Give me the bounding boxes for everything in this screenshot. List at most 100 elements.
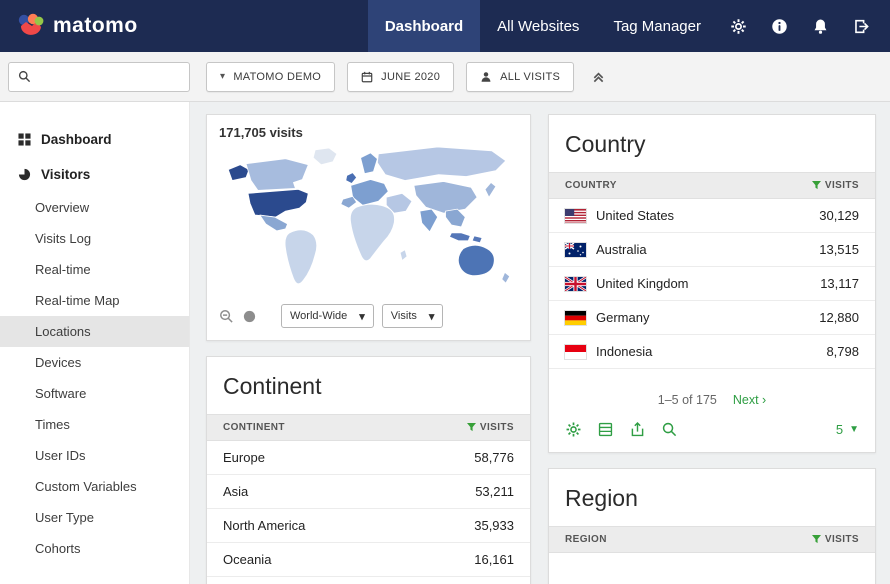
row-label: Australia bbox=[596, 242, 647, 257]
sidebar-dashboard-label: Dashboard bbox=[41, 132, 112, 147]
flag-au-icon bbox=[565, 243, 586, 257]
country-col-header: COUNTRY bbox=[565, 180, 617, 191]
nav-tag-manager[interactable]: Tag Manager bbox=[596, 0, 718, 52]
sidebar-item-times[interactable]: Times bbox=[0, 409, 189, 440]
map-metric-select[interactable]: Visits ▾ bbox=[382, 304, 444, 328]
country-visits-sort[interactable]: VISITS bbox=[812, 180, 859, 191]
region-visits-sort[interactable]: VISITS bbox=[812, 534, 859, 545]
row-value: 53,211 bbox=[475, 484, 514, 499]
row-label: Oceania bbox=[223, 552, 271, 567]
table-row[interactable]: Europe 58,776 bbox=[207, 441, 530, 475]
notifications-bell-icon[interactable] bbox=[800, 0, 841, 52]
row-label: United Kingdom bbox=[596, 276, 689, 291]
report-table-icon[interactable] bbox=[597, 421, 614, 438]
collapse-toolbar-icon[interactable] bbox=[592, 70, 605, 83]
visitor-map-widget: 171,705 visits bbox=[206, 114, 531, 341]
search-icon bbox=[18, 70, 31, 83]
dashboard-grid-icon bbox=[18, 133, 31, 146]
table-row[interactable]: Oceania 16,161 bbox=[207, 543, 530, 577]
period-label: JUNE 2020 bbox=[381, 71, 440, 83]
continent-col-header: CONTINENT bbox=[223, 422, 285, 433]
region-widget: Region REGION VISITS bbox=[548, 468, 876, 584]
table-row[interactable]: United Kingdom 13,117 bbox=[549, 267, 875, 301]
nav-dashboard[interactable]: Dashboard bbox=[368, 0, 480, 52]
table-row[interactable]: North America 35,933 bbox=[207, 509, 530, 543]
calendar-icon bbox=[361, 71, 373, 83]
pagination-next[interactable]: Next › bbox=[733, 393, 766, 407]
visitors-icon bbox=[18, 168, 31, 181]
region-visits-header-label: VISITS bbox=[825, 534, 859, 545]
sidebar-item-cohorts[interactable]: Cohorts bbox=[0, 533, 189, 564]
site-selector[interactable]: ▾ MATOMO DEMO bbox=[206, 62, 335, 92]
search-rows-icon[interactable] bbox=[661, 421, 678, 438]
sidebar-item-overview[interactable]: Overview bbox=[0, 192, 189, 223]
sidebar-item-real-time-map[interactable]: Real-time Map bbox=[0, 285, 189, 316]
row-value: 12,880 bbox=[819, 310, 859, 325]
sidebar-item-visitors[interactable]: Visitors bbox=[0, 157, 189, 192]
top-navbar: matomo Dashboard All Websites Tag Manage… bbox=[0, 0, 890, 52]
sidebar-item-visits-log[interactable]: Visits Log bbox=[0, 223, 189, 254]
signout-icon[interactable] bbox=[841, 0, 882, 52]
search-input[interactable] bbox=[38, 70, 193, 84]
info-icon[interactable] bbox=[759, 0, 800, 52]
row-label: Germany bbox=[596, 310, 649, 325]
world-map[interactable] bbox=[207, 142, 530, 300]
right-column: Country COUNTRY VISITS bbox=[548, 114, 876, 572]
site-selector-label: MATOMO DEMO bbox=[233, 71, 321, 83]
sidebar-item-user-type[interactable]: User Type bbox=[0, 502, 189, 533]
sidebar-item-real-time[interactable]: Real-time bbox=[0, 254, 189, 285]
search-box[interactable] bbox=[8, 62, 190, 92]
country-visits-header-label: VISITS bbox=[825, 180, 859, 191]
period-selector[interactable]: JUNE 2020 bbox=[347, 62, 454, 92]
sort-funnel-icon bbox=[812, 181, 821, 190]
table-row[interactable]: United States 30,129 bbox=[549, 199, 875, 233]
row-value: 13,117 bbox=[820, 276, 859, 291]
main-content: 171,705 visits bbox=[190, 102, 890, 584]
map-metric-value: Visits bbox=[391, 310, 417, 322]
zoom-out-icon[interactable] bbox=[219, 309, 234, 324]
sidebar-item-custom-variables[interactable]: Custom Variables bbox=[0, 471, 189, 502]
row-label: United States bbox=[596, 208, 674, 223]
cog-icon[interactable] bbox=[565, 421, 582, 438]
matomo-logo[interactable]: matomo bbox=[0, 0, 156, 52]
table-row[interactable]: Germany 12,880 bbox=[549, 301, 875, 335]
segment-label: ALL VISITS bbox=[500, 71, 560, 83]
map-controls: World-Wide ▾ Visits ▾ bbox=[207, 300, 530, 340]
table-row[interactable]: Asia 53,211 bbox=[207, 475, 530, 509]
flag-de-icon bbox=[565, 311, 586, 325]
row-value: 8,798 bbox=[826, 344, 859, 359]
sidebar-item-dashboard[interactable]: Dashboard bbox=[0, 122, 189, 157]
map-home-icon[interactable] bbox=[242, 309, 257, 324]
left-sidebar: Dashboard Visitors Overview Visits Log R… bbox=[0, 102, 190, 584]
sort-funnel-icon bbox=[467, 423, 476, 432]
sidebar-item-devices[interactable]: Devices bbox=[0, 347, 189, 378]
country-title: Country bbox=[549, 115, 875, 172]
sidebar-visitors-label: Visitors bbox=[41, 167, 90, 182]
chevron-down-icon: ▾ bbox=[429, 310, 435, 323]
segment-user-icon bbox=[480, 71, 492, 83]
left-column: 171,705 visits bbox=[206, 114, 531, 572]
export-icon[interactable] bbox=[629, 421, 646, 438]
sidebar-item-user-ids[interactable]: User IDs bbox=[0, 440, 189, 471]
main-nav: Dashboard All Websites Tag Manager bbox=[368, 0, 890, 52]
pagination: 1–5 of 175 Next › bbox=[549, 369, 875, 411]
chevron-down-icon: ▾ bbox=[220, 71, 225, 82]
segment-selector[interactable]: ALL VISITS bbox=[466, 62, 574, 92]
nav-all-websites[interactable]: All Websites bbox=[480, 0, 596, 52]
pagination-range: 1–5 of 175 bbox=[658, 393, 717, 407]
country-widget-footer: 5 ▼ bbox=[549, 411, 875, 452]
table-row[interactable]: Indonesia 8,798 bbox=[549, 335, 875, 369]
page-body: Dashboard Visitors Overview Visits Log R… bbox=[0, 102, 890, 584]
sidebar-item-locations[interactable]: Locations bbox=[0, 316, 189, 347]
sidebar-item-software[interactable]: Software bbox=[0, 378, 189, 409]
row-value: 13,515 bbox=[819, 242, 859, 257]
table-row[interactable]: Australia 13,515 bbox=[549, 233, 875, 267]
continent-visits-sort[interactable]: VISITS bbox=[467, 422, 514, 433]
row-value: 30,129 bbox=[819, 208, 859, 223]
row-limit-select[interactable]: 5 ▼ bbox=[836, 422, 859, 437]
settings-icon[interactable] bbox=[718, 0, 759, 52]
chevron-down-icon: ▾ bbox=[359, 310, 365, 323]
row-label: Indonesia bbox=[596, 344, 652, 359]
row-value: 35,933 bbox=[474, 518, 514, 533]
map-region-select[interactable]: World-Wide ▾ bbox=[281, 304, 374, 328]
